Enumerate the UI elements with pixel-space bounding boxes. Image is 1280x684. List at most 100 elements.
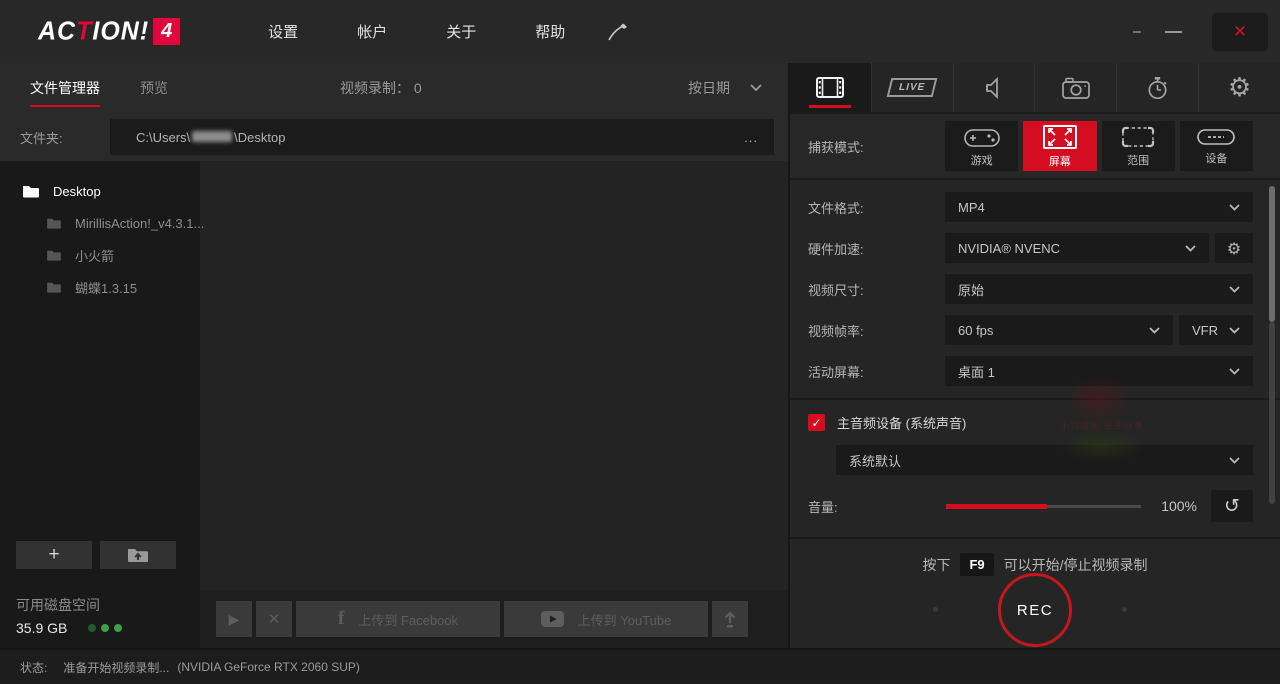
audio-device-check-row: ✓ 主音频设备 (系统声音) [808,413,1253,432]
disk-space-value: 35.9 GB [16,620,67,636]
hotkey-suffix: 可以开始/停止视频录制 [1004,555,1148,575]
video-size-dropdown[interactable]: 原始 [945,274,1253,304]
region-select-icon [1120,125,1156,149]
active-screen-label: 活动屏幕: [808,362,864,381]
tab-audio-recording[interactable] [954,63,1036,112]
hotkey-prefix: 按下 [922,555,950,575]
minimize-to-tray-button[interactable] [1133,31,1141,33]
menu-about[interactable]: 关于 [446,21,476,42]
hw-accel-value: NVIDIA® NVENC [958,241,1060,256]
tab-file-manager[interactable]: 文件管理器 [30,78,100,107]
hw-accel-label: 硬件加速: [808,239,864,258]
sort-by-dropdown[interactable]: 按日期 [688,78,762,98]
chevron-down-icon [1229,204,1240,211]
disk-status-dot [88,624,96,632]
capture-mode-label: 屏幕 [1049,153,1071,169]
scrollbar-thumb[interactable] [1269,186,1275,322]
decorative-dot [933,607,938,612]
export-button[interactable] [712,601,748,637]
import-folder-button[interactable] [100,541,176,569]
volume-reset-button[interactable]: ↺ [1211,490,1253,522]
disk-status-dot [101,624,109,632]
folder-tree: Desktop MirillisAction!_v4.3.1... 小火箭 蝴蝶… [0,161,200,648]
capture-mode-game[interactable]: 游戏 [945,121,1018,171]
main-area: 文件管理器 预览 视频录制： 0 按日期 文件夹: C:\Users\\Desk… [0,63,1280,648]
sort-by-label: 按日期 [688,78,730,98]
chevron-down-icon [1229,286,1240,293]
file-manager-header: 文件管理器 预览 视频录制： 0 按日期 [0,63,788,113]
scrollbar-track[interactable] [1269,322,1275,504]
file-format-dropdown[interactable]: MP4 [945,192,1253,222]
capture-mode-label: 范围 [1127,152,1149,168]
hotkey-keycap: F9 [960,553,993,576]
app-logo: ACTION! 4 [38,17,180,46]
youtube-icon [541,611,564,627]
play-button[interactable]: ▶ [216,601,252,637]
screen-capture-icon [1042,124,1078,150]
framerate-dropdown[interactable]: 60 fps [945,315,1173,345]
chevron-down-icon [1229,457,1240,464]
close-button[interactable]: ✕ [1212,13,1268,51]
add-folder-button[interactable]: + [16,541,92,569]
active-screen-dropdown[interactable]: 桌面 1 [945,356,1253,386]
tree-item-desktop[interactable]: Desktop [0,175,200,207]
upload-youtube-label: 上传到 YouTube [578,610,672,629]
tree-item[interactable]: 小火箭 [0,239,200,271]
minimize-button[interactable] [1165,31,1182,33]
file-format-row: 文件格式: MP4 [808,192,1253,222]
hw-accel-settings-button[interactable]: ⚙ [1215,233,1253,263]
reset-icon: ↺ [1224,495,1240,517]
tree-item[interactable]: MirillisAction!_v4.3.1... [0,207,200,239]
menu-help[interactable]: 帮助 [535,21,565,42]
chevron-down-icon [1185,245,1196,252]
capture-mode-device[interactable]: 设备 [1180,121,1253,171]
gear-icon: ⚙ [1228,75,1251,101]
logo-text: ACTION! [38,16,149,46]
capture-mode-screen[interactable]: 屏幕 [1023,121,1096,171]
pen-icon[interactable] [607,22,629,42]
tab-video-recording[interactable] [790,63,872,112]
tab-screenshot[interactable] [1035,63,1117,112]
logo-version-badge: 4 [153,18,180,45]
chevron-down-icon [1149,327,1160,334]
video-size-label: 视频尺寸: [808,280,864,299]
disk-space-label: 可用磁盘空间 [16,595,184,615]
file-list-empty[interactable] [200,161,788,590]
file-toolbar: ▶ ✕ f 上传到 Facebook 上传到 YouTube [200,590,788,648]
video-settings: 文件格式: MP4 硬件加速: NVIDIA® NVENC ⚙ [790,180,1280,398]
hw-accel-dropdown[interactable]: NVIDIA® NVENC [945,233,1209,263]
capture-mode-row: 捕获模式: 游戏 屏幕 范围 设备 [790,114,1280,178]
tab-preview[interactable]: 预览 [140,78,168,98]
tree-item-label: 蝴蝶1.3.15 [75,278,137,297]
browse-folder-button[interactable]: ... [744,130,758,145]
file-list-area: ▶ ✕ f 上传到 Facebook 上传到 YouTube [200,161,788,648]
volume-slider[interactable] [946,505,1141,508]
volume-fill [946,504,1047,509]
record-section: 按下 F9 可以开始/停止视频录制 REC [790,539,1280,648]
folder-icon [46,249,62,261]
audio-settings: ✓ 主音频设备 (系统声音) 系统默认 音量: 100% ↺ [790,400,1280,537]
capture-device-icon [1196,127,1236,147]
volume-value: 100% [1141,498,1197,514]
tab-live-streaming[interactable]: LIVE [872,63,954,112]
tree-item[interactable]: 蝴蝶1.3.15 [0,271,200,303]
upload-facebook-button[interactable]: f 上传到 Facebook [296,601,500,637]
disk-space-row: 35.9 GB [16,620,184,636]
rec-button[interactable]: REC [998,573,1072,647]
main-menu: 设置 帐户 关于 帮助 [268,21,565,42]
speaker-icon [984,77,1004,99]
menu-settings[interactable]: 设置 [268,21,298,42]
capture-mode-label: 捕获模式: [808,137,864,156]
framerate-label: 视频帧率: [808,321,864,340]
audio-device-dropdown[interactable]: 系统默认 [836,445,1253,475]
folder-path-input[interactable]: C:\Users\\Desktop ... [110,119,774,155]
menu-account[interactable]: 帐户 [357,21,387,42]
tab-settings[interactable]: ⚙ [1199,63,1280,112]
delete-button[interactable]: ✕ [256,601,292,637]
tab-timer[interactable] [1117,63,1199,112]
capture-mode-region[interactable]: 范围 [1102,121,1175,171]
framerate-mode-dropdown[interactable]: VFR [1179,315,1253,345]
upload-youtube-button[interactable]: 上传到 YouTube [504,601,708,637]
audio-device-checkbox[interactable]: ✓ [808,414,825,431]
tree-item-label: 小火箭 [75,246,114,265]
